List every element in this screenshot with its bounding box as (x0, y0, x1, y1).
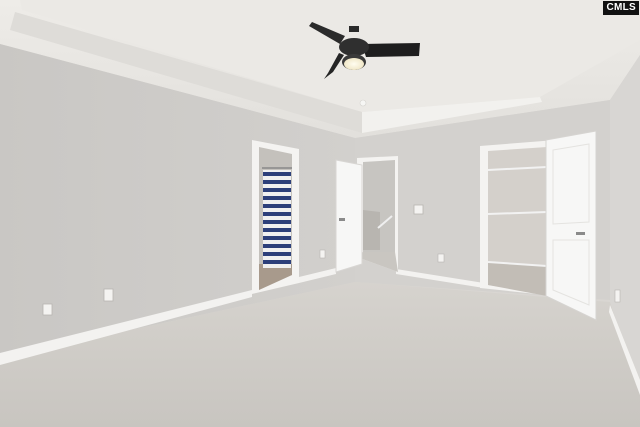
door-handle[interactable] (576, 232, 585, 235)
closet-doorway[interactable] (480, 140, 556, 296)
bathroom-doorway[interactable] (252, 140, 299, 294)
outlet-icon (103, 288, 114, 302)
shower-curtain (262, 167, 292, 268)
door-handle[interactable] (339, 218, 345, 221)
outlet-icon (42, 303, 53, 316)
outlet-icon (614, 289, 621, 303)
closet-door[interactable] (545, 130, 597, 321)
cmls-watermark: CMLS (603, 1, 639, 15)
room-scene (0, 0, 640, 427)
hallway-doorway[interactable] (357, 156, 398, 272)
smoke-detector (359, 99, 367, 107)
outlet-icon (437, 253, 445, 263)
bedroom-photo: CMLS (0, 0, 640, 427)
hallway-door[interactable] (335, 159, 363, 273)
outlet-icon (319, 249, 326, 259)
fan-light (344, 58, 364, 70)
light-switch-icon[interactable] (413, 204, 424, 215)
